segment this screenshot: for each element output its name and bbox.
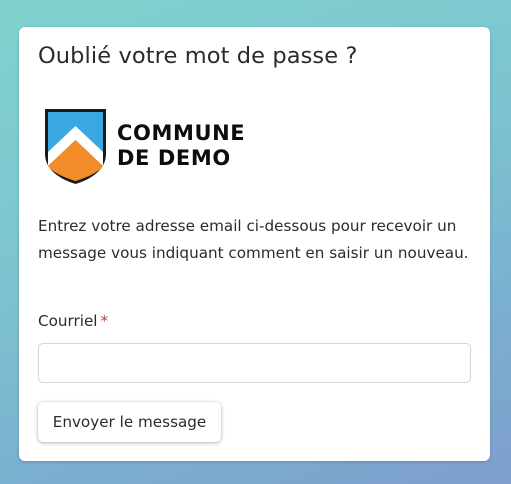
page-title: Oublié votre mot de passe ? (38, 43, 358, 69)
email-input[interactable] (38, 343, 471, 383)
instructions-text: Entrez votre adresse email ci-dessous po… (38, 217, 469, 262)
send-message-button[interactable]: Envoyer le message (38, 402, 221, 442)
forgot-password-card: Oublié votre mot de passe ? COMMUNE DE D… (19, 27, 490, 461)
logo-text: COMMUNE DE DEMO (117, 121, 245, 171)
logo-line-1: COMMUNE (117, 121, 246, 145)
required-asterisk: * (100, 312, 109, 330)
logo-line-2: DE DEMO (117, 146, 231, 170)
email-label-text: Courriel (38, 312, 98, 330)
email-label: Courriel * (38, 312, 108, 330)
